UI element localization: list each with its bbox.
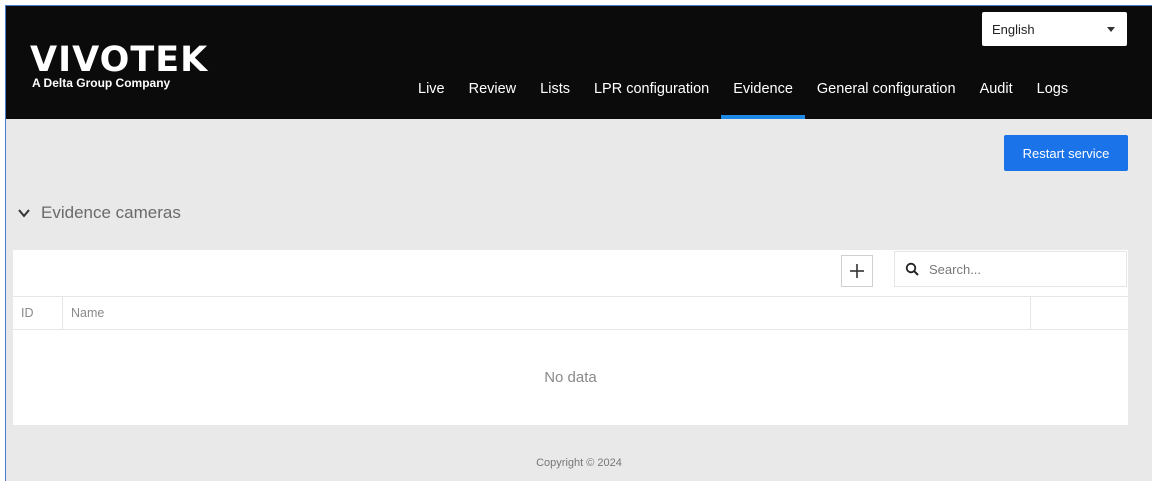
evidence-cameras-toggle[interactable]: Evidence cameras [17,203,181,223]
empty-state: No data [544,369,597,386]
nav-lpr-configuration[interactable]: LPR configuration [582,66,721,119]
search-input[interactable] [927,260,1111,278]
main-nav: Live Review Lists LPR configuration Evid… [406,66,1080,119]
nav-audit[interactable]: Audit [968,66,1025,119]
nav-evidence[interactable]: Evidence [721,66,805,119]
nav-lists[interactable]: Lists [528,66,582,119]
language-select[interactable]: English [982,12,1127,46]
brand-name: VIVOTEK [30,40,209,80]
top-header: VIVOTEK A Delta Group Company English Li… [6,6,1152,119]
footer-copyright: Copyright © 2024 [536,457,622,469]
nav-logs[interactable]: Logs [1025,66,1080,119]
chevron-down-icon [1107,26,1115,32]
table-header: ID Name [13,296,1128,330]
search-box [894,251,1127,287]
column-header-name[interactable]: Name [63,297,1031,329]
brand-logo: VIVOTEK A Delta Group Company [30,42,208,90]
nav-review[interactable]: Review [457,66,529,119]
column-header-actions [1031,297,1128,329]
app-frame: VIVOTEK A Delta Group Company English Li… [5,5,1152,481]
search-icon [905,262,919,276]
nav-general-configuration[interactable]: General configuration [805,66,968,119]
chevron-down-icon [18,209,30,218]
language-selected: English [992,21,1035,37]
evidence-cameras-panel: ID Name No data [13,250,1128,425]
nav-live[interactable]: Live [406,66,457,119]
restart-service-button[interactable]: Restart service [1004,135,1128,171]
column-header-id[interactable]: ID [13,297,63,329]
section-title: Evidence cameras [41,203,181,222]
plus-icon [850,264,864,278]
add-camera-button[interactable] [841,255,873,287]
